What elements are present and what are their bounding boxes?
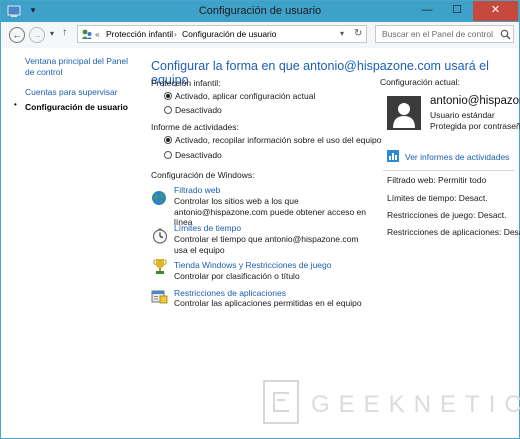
windows-settings-label: Configuración de Windows:	[151, 170, 255, 180]
parental-on-label[interactable]: Activado, aplicar configuración actual	[175, 91, 315, 101]
user-silhouette-icon	[393, 103, 415, 128]
address-bar[interactable]: « Protección infantil › Configuración de…	[77, 25, 367, 43]
parental-controls-label: Protección infantil:	[151, 78, 221, 88]
close-button[interactable]: ✕	[473, 1, 518, 21]
search-box[interactable]: Buscar en el Panel de control	[375, 25, 514, 43]
forward-button[interactable]: →	[29, 27, 45, 43]
avatar	[387, 96, 421, 130]
parental-on-radio[interactable]	[164, 92, 172, 100]
navigation-bar: ← → ▾ ↑ « Protección infantil › Configur…	[1, 22, 519, 48]
current-settings-divider	[383, 170, 515, 171]
user-account-type: Usuario estándar	[430, 110, 495, 120]
title-bar: ▾ Configuración de usuario — ☐ ✕	[1, 1, 519, 22]
current-app-restrictions: Restricciones de aplicaciones: Desact.	[387, 227, 520, 237]
apps-icon[interactable]	[151, 288, 168, 304]
current-time-limits: Límites de tiempo: Desact.	[387, 193, 488, 203]
user-name: antonio@hispazone	[430, 95, 520, 107]
breadcrumb-arrow[interactable]: ›	[174, 29, 177, 39]
current-game-restrictions: Restricciones de juego: Desact.	[387, 210, 507, 220]
store-games-description: Controlar por clasificación o título	[174, 271, 300, 281]
trophy-icon[interactable]	[153, 258, 167, 275]
globe-icon[interactable]	[151, 190, 167, 206]
sidebar-item-accounts-to-monitor[interactable]: Cuentas para supervisar	[25, 87, 118, 97]
parental-controls-icon	[82, 29, 92, 39]
activity-on-label[interactable]: Activado, recopilar información sobre el…	[175, 135, 381, 145]
sidebar-item-control-panel-home[interactable]: Ventana principal del Panel de control	[25, 56, 137, 78]
app-restrictions-description: Controlar las aplicaciones permitidas en…	[174, 298, 362, 308]
search-icon[interactable]	[500, 29, 511, 40]
app-restrictions-link[interactable]: Restricciones de aplicaciones	[174, 288, 286, 298]
minimize-button[interactable]: —	[413, 1, 441, 21]
breadcrumb-parental-controls[interactable]: Protección infantil	[106, 29, 173, 39]
activity-report-icon[interactable]	[387, 150, 399, 162]
parental-off-label[interactable]: Desactivado	[175, 105, 222, 115]
watermark-text: GEEKNETIC	[311, 391, 520, 418]
activity-report-label: Informe de actividades:	[151, 122, 239, 132]
activity-off-label[interactable]: Desactivado	[175, 150, 222, 160]
window: ▾ Configuración de usuario — ☐ ✕ ← → ▾ ↑…	[0, 0, 520, 439]
current-web-filter: Filtrado web: Permitir todo	[387, 175, 487, 185]
window-title: Configuración de usuario	[198, 5, 322, 17]
parental-off-radio[interactable]	[164, 106, 172, 114]
view-activity-reports-link[interactable]: Ver informes de actividades	[405, 152, 509, 162]
refresh-button[interactable]: ↻	[354, 28, 362, 39]
activity-off-radio[interactable]	[164, 151, 172, 159]
maximize-button[interactable]: ☐	[443, 1, 471, 21]
time-limits-description: Controlar el tiempo que antonio@hispazon…	[174, 234, 359, 255]
recent-locations-dropdown[interactable]: ▾	[50, 29, 54, 38]
clock-icon[interactable]	[152, 228, 168, 244]
sidebar-item-user-settings: Configuración de usuario	[25, 102, 128, 112]
search-input[interactable]: Buscar en el Panel de control	[382, 29, 493, 39]
time-limits-link[interactable]: Límites de tiempo	[174, 223, 241, 233]
up-button[interactable]: ↑	[62, 27, 67, 38]
address-dropdown[interactable]: ▾	[340, 29, 344, 38]
breadcrumb-user-settings[interactable]: Configuración de usuario	[182, 29, 277, 39]
watermark-logo-icon	[263, 380, 299, 424]
current-page-bullet: •	[14, 100, 17, 109]
back-button[interactable]: ←	[9, 27, 25, 43]
activity-on-radio[interactable]	[164, 136, 172, 144]
current-settings-label: Configuración actual:	[380, 77, 460, 87]
web-filter-link[interactable]: Filtrado web	[174, 185, 220, 195]
store-games-link[interactable]: Tienda Windows y Restricciones de juego	[174, 260, 331, 270]
breadcrumb-separator: «	[95, 29, 100, 39]
user-password-status: Protegida por contraseña	[430, 121, 520, 131]
